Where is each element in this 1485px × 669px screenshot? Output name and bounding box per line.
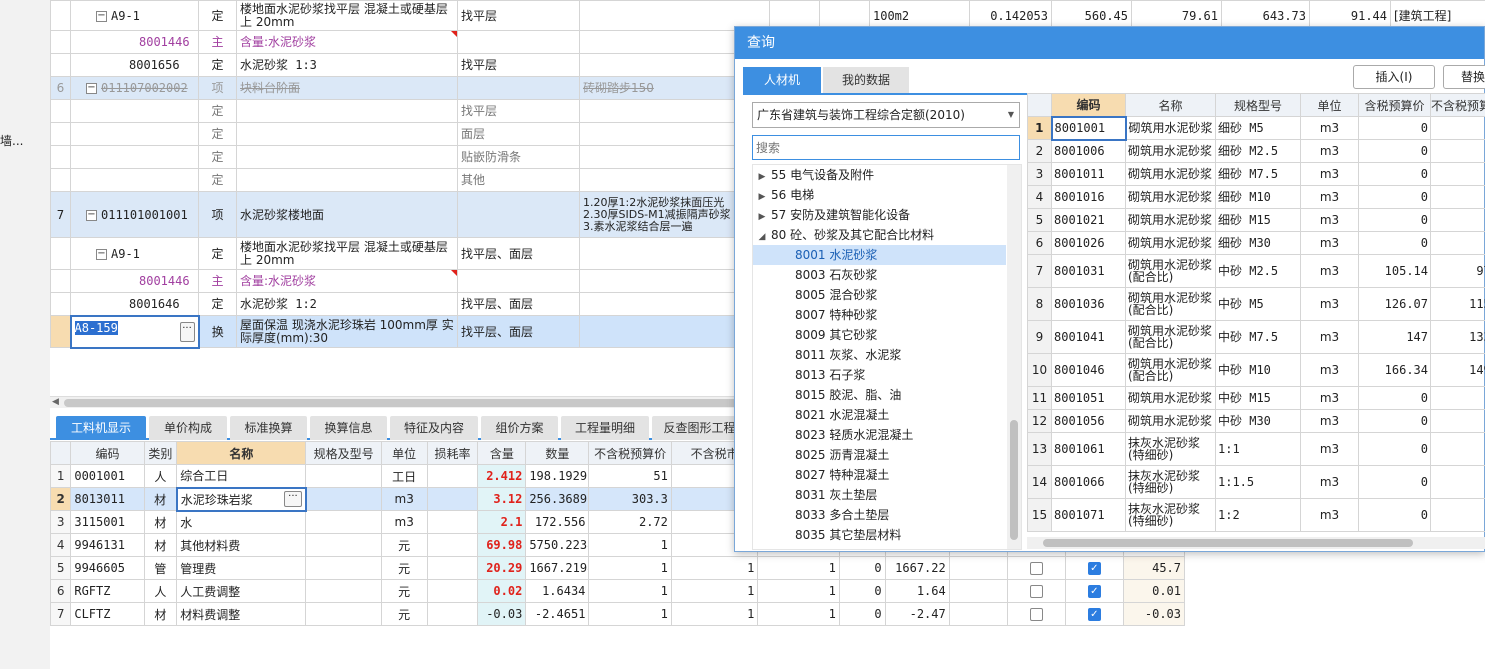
tree-node[interactable]: 8031 灰土垫层	[753, 485, 1006, 505]
table-row[interactable]: 6 RGFTZ 人 人工费调整 元 0.02 1.6434 1 1 1 0 1.…	[49, 579, 1186, 603]
checkbox[interactable]	[1029, 562, 1043, 575]
table-row[interactable]: 2 8001006 砌筑用水泥砂浆 细砂 M2.5 m3 0	[1027, 139, 1485, 163]
checkbox-checked[interactable]: ✓	[1087, 562, 1101, 575]
tab-conversion-info[interactable]: 换算信息	[310, 416, 387, 440]
tree-node[interactable]: 8023 轻质水泥混凝土	[753, 425, 1006, 445]
checkbox[interactable]	[1029, 585, 1043, 598]
tree-node[interactable]: 8009 其它砂浆	[753, 325, 1006, 345]
chevron-right-icon[interactable]: ▶	[753, 167, 771, 187]
tree-node[interactable]: ◢ 80 砼、砂浆及其它配合比材料	[753, 225, 1006, 245]
tree-node[interactable]: 8033 多合土垫层	[753, 505, 1006, 525]
table-row[interactable]: 12 8001056 砌筑用水泥砂浆 中砂 M30 m3 0	[1027, 409, 1485, 433]
quota-library-select[interactable]: 广东省建筑与装饰工程综合定额(2010) ▼	[752, 102, 1020, 128]
scroll-left-icon[interactable]: ◀	[52, 397, 59, 407]
category-tree: ▶ 55 电气设备及附件 ▶ 56 电梯 ▶ 57 安防及建筑智能化设备 ◢ 80 砼、…	[752, 164, 1022, 550]
tree-node[interactable]: 8021 水泥混凝土	[753, 405, 1006, 425]
table-row[interactable]: 6 8001026 砌筑用水泥砂浆 细砂 M30 m3 0	[1027, 231, 1485, 255]
ellipsis-icon[interactable]: ···	[283, 490, 302, 507]
table-row[interactable]: 3 8001011 砌筑用水泥砂浆 细砂 M7.5 m3 0	[1027, 162, 1485, 186]
tab-standard-conversion[interactable]: 标准换算	[230, 416, 307, 440]
tab-labor-material[interactable]: 人材机	[743, 67, 821, 93]
table-row[interactable]: 7 CLFTZ 材 材料费调整 元 -0.03 -2.4651 1 1 1 0 …	[49, 602, 1186, 626]
chevron-right-icon[interactable]: ▶	[753, 207, 771, 227]
tab-features[interactable]: 特征及内容	[390, 416, 478, 440]
table-header: 编码 名称 规格型号 单位 含税预算价 不含税预算价	[1027, 93, 1485, 117]
table-row[interactable]: 9 8001041 砌筑用水泥砂浆 (配合比) 中砂 M7.5 m3 147 13…	[1027, 320, 1485, 354]
code-edit-input[interactable]: A8-159 ···	[69, 314, 200, 349]
left-panel: 墙...	[0, 0, 50, 669]
collapse-icon[interactable]: −	[96, 10, 107, 22]
ellipsis-icon[interactable]: ···	[179, 321, 195, 342]
tab-my-data[interactable]: 我的数据	[823, 67, 909, 93]
name-edit-input[interactable]: 水泥珍珠岩浆 ···	[175, 486, 307, 512]
table-row[interactable]: 15 8001071 抹灰水泥砂浆 (特细砂) 1:2 m3 0	[1027, 498, 1485, 532]
checkbox[interactable]	[1029, 608, 1043, 621]
chevron-down-icon[interactable]: ◢	[753, 227, 771, 247]
code-cell[interactable]: − A9-1	[70, 0, 199, 31]
tree-node-selected[interactable]: 8001 水泥砂浆	[753, 245, 1006, 265]
material-result-table: 编码 名称 规格型号 单位 含税预算价 不含税预算价 1 8001001 砌筑用…	[1027, 93, 1485, 532]
collapse-icon[interactable]: −	[86, 83, 97, 94]
checkbox-checked[interactable]: ✓	[1087, 608, 1101, 621]
table-row[interactable]: 10 8001046 砌筑用水泥砂浆 (配合比) 中砂 M10 m3 166.34…	[1027, 353, 1485, 387]
tree-node[interactable]: ▶ 57 安防及建筑智能化设备	[753, 205, 1006, 225]
tree-node[interactable]: 8025 沥青混凝土	[753, 445, 1006, 465]
tree-node[interactable]: 8003 石灰砂浆	[753, 265, 1006, 285]
tree-scrollbar[interactable]	[1007, 165, 1021, 549]
chevron-down-icon: ▼	[1007, 110, 1014, 119]
tree-node[interactable]: 8013 石子浆	[753, 365, 1006, 385]
table-row[interactable]: 5 9946605 管 管理费 元 20.29 1667.2198 1 1 1 …	[49, 556, 1186, 580]
tree-node[interactable]: 8015 胶泥、脂、油	[753, 385, 1006, 405]
table-row[interactable]: 5 8001021 砌筑用水泥砂浆 细砂 M15 m3 0	[1027, 208, 1485, 232]
tree-node[interactable]: ▶ 56 电梯	[753, 185, 1006, 205]
table-row[interactable]: 14 8001066 抹灰水泥砂浆 (特细砂) 1:1.5 m3 0	[1027, 465, 1485, 499]
collapse-icon[interactable]: −	[96, 248, 107, 260]
search-input[interactable]	[752, 135, 1020, 160]
table-row[interactable]: 7 8001031 砌筑用水泥砂浆 (配合比) 中砂 M2.5 m3 105.14…	[1027, 254, 1485, 288]
scroll-thumb[interactable]	[1010, 420, 1018, 540]
tree-node[interactable]: 8007 特种砂浆	[753, 305, 1006, 325]
table-row[interactable]: 13 8001061 抹灰水泥砂浆 (特细砂) 1:1 m3 0	[1027, 432, 1485, 466]
tab-labor-material[interactable]: 工料机显示	[56, 416, 146, 440]
table-row[interactable]: 8 8001036 砌筑用水泥砂浆 (配合比) 中砂 M5 m3 126.07 1…	[1027, 287, 1485, 321]
checkbox-checked[interactable]: ✓	[1087, 585, 1101, 598]
tree-node[interactable]: 8011 灰浆、水泥浆	[753, 345, 1006, 365]
horizontal-scrollbar[interactable]: ◀	[50, 396, 785, 408]
scroll-thumb[interactable]	[64, 399, 764, 407]
table-row[interactable]: 4 8001016 砌筑用水泥砂浆 细砂 M10 m3 0	[1027, 185, 1485, 209]
query-dialog: 查询 人材机 我的数据 插入(I) 替换 广东省建筑与装饰工程综合定额(2010…	[734, 26, 1485, 552]
tree-node[interactable]: 8005 混合砂浆	[753, 285, 1006, 305]
table-row-selected[interactable]: 1 8001001 砌筑用水泥砂浆 细砂 M5 m3 0	[1027, 115, 1485, 141]
tree-node[interactable]: 8035 其它垫层材料	[753, 525, 1006, 545]
table-row[interactable]: 11 8001051 砌筑用水泥砂浆 中砂 M15 m3 0	[1027, 386, 1485, 410]
collapse-icon[interactable]: −	[86, 209, 97, 221]
dialog-title: 查询	[735, 27, 1484, 59]
scroll-thumb[interactable]	[1043, 539, 1413, 547]
tab-pricing-scheme[interactable]: 组价方案	[481, 416, 558, 440]
insert-button[interactable]: 插入(I)	[1353, 65, 1435, 89]
tree-node[interactable]: 8027 特种混凝土	[753, 465, 1006, 485]
chevron-right-icon[interactable]: ▶	[753, 187, 771, 207]
replace-button[interactable]: 替换	[1443, 65, 1485, 89]
table-horizontal-scrollbar[interactable]	[1027, 537, 1485, 549]
tab-unit-price[interactable]: 单价构成	[149, 416, 227, 440]
left-panel-text: 墙...	[0, 134, 24, 148]
tab-reverse-lookup[interactable]: 反查图形工程	[652, 416, 747, 440]
tree-node[interactable]: ▶ 55 电气设备及附件	[753, 165, 1006, 185]
tab-quantity-detail[interactable]: 工程量明细	[561, 416, 649, 440]
